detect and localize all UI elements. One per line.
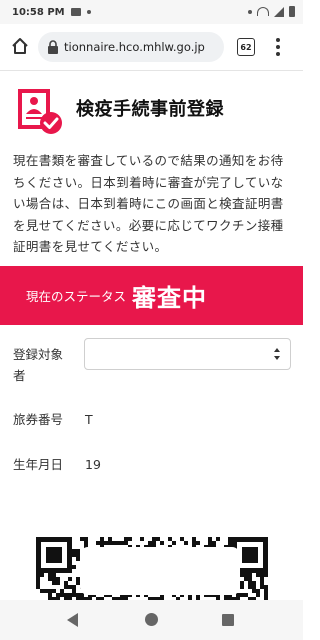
status-bar: 10:58 PM: [0, 0, 303, 24]
browser-toolbar: tionnaire.hco.mhlw.go.jp 62: [0, 24, 303, 71]
dob-label: 生年月日: [13, 457, 64, 472]
back-icon[interactable]: [67, 613, 78, 627]
dob-value: 19: [85, 457, 101, 472]
signal-icon: [274, 6, 284, 17]
status-icons: [248, 6, 295, 17]
home-circle-icon[interactable]: [145, 613, 158, 626]
notification-dot-icon: [86, 10, 91, 14]
image-notification-icon: [70, 8, 81, 16]
status-label: 現在のステータス: [26, 289, 127, 304]
url-text: tionnaire.hco.mhlw.go.jp: [64, 40, 205, 54]
battery-icon: [289, 6, 295, 17]
notice-text: 現在書類を審査しているので結果の通知をお待ちください。日本到着時に審査が完了して…: [13, 153, 284, 254]
status-value: 審査中: [132, 284, 208, 312]
registrant-select[interactable]: [84, 338, 291, 370]
address-bar[interactable]: tionnaire.hco.mhlw.go.jp: [38, 32, 224, 62]
lock-icon: [48, 40, 58, 54]
person-check-icon: [18, 89, 62, 134]
page-title: 検疫手続事前登録: [76, 99, 224, 120]
select-arrows-icon: [274, 348, 280, 360]
more-vert-icon[interactable]: [276, 37, 280, 57]
recent-apps-icon[interactable]: [222, 614, 234, 626]
tab-switcher-button[interactable]: 62: [237, 38, 255, 56]
notification-dot-icon: [248, 9, 252, 14]
passport-label: 旅券番号: [13, 412, 64, 427]
registrant-label: 登録対象者: [13, 347, 64, 383]
system-nav-bar: [0, 600, 303, 640]
status-banner: 現在のステータス 審査中: [0, 266, 303, 325]
wifi-icon: [257, 7, 269, 16]
passport-value: T: [85, 412, 93, 427]
status-time: 10:58 PM: [12, 6, 65, 18]
home-icon[interactable]: [10, 36, 30, 56]
